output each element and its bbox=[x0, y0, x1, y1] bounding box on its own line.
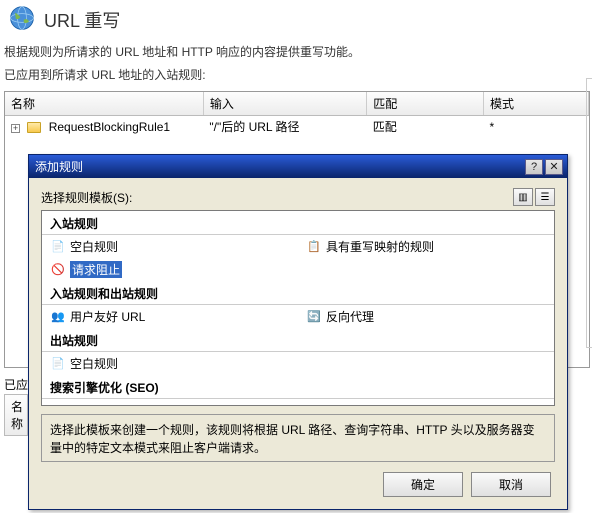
globe-icon bbox=[8, 4, 36, 35]
expand-icon[interactable]: + bbox=[11, 124, 20, 133]
table-header-row: 名称 输入 匹配 模式 bbox=[5, 92, 589, 116]
cancel-button[interactable]: 取消 bbox=[471, 472, 551, 497]
item-reverse-proxy[interactable]: 🔄 反向代理 bbox=[298, 306, 554, 327]
section-seo: 搜索引擎优化 (SEO) bbox=[42, 375, 554, 399]
section-inbound: 入站规则 bbox=[42, 211, 554, 235]
block-icon: 🚫 bbox=[50, 263, 66, 277]
item-blank-inbound[interactable]: 📄 空白规则 bbox=[42, 236, 298, 257]
folder-icon bbox=[27, 122, 41, 133]
right-pane-edge bbox=[586, 78, 592, 348]
section-outbound: 出站规则 bbox=[42, 328, 554, 352]
view-list-icon[interactable]: ▥ bbox=[513, 188, 533, 206]
page-header: URL 重写 bbox=[0, 0, 594, 39]
template-hint: 选择此模板来创建一个规则，该规则将根据 URL 路径、查询字符串、HTTP 头以… bbox=[41, 414, 555, 462]
description-line-1: 根据规则为所请求的 URL 地址和 HTTP 响应的内容提供重写功能。 bbox=[0, 39, 594, 62]
mapping-icon: 📋 bbox=[306, 240, 322, 254]
section-both: 入站规则和出站规则 bbox=[42, 281, 554, 305]
rule-input: "/"后的 URL 路径 bbox=[203, 116, 366, 138]
item-blank-outbound[interactable]: 📄 空白规则 bbox=[42, 353, 298, 374]
help-button[interactable]: ? bbox=[525, 159, 543, 175]
proxy-icon: 🔄 bbox=[306, 310, 322, 324]
behind-col-name: 名称 bbox=[4, 394, 28, 436]
col-name[interactable]: 名称 bbox=[5, 92, 203, 116]
item-request-block[interactable]: 🚫 请求阻止 bbox=[42, 259, 298, 280]
item-with-mapping[interactable]: 📋 具有重写映射的规则 bbox=[298, 236, 554, 257]
table-row[interactable]: + RequestBlockingRule1 "/"后的 URL 路径 匹配 * bbox=[5, 116, 589, 138]
template-listbox[interactable]: 入站规则 📄 空白规则 📋 具有重写映射的规则 🚫 请求阻止 入站规则和出站规则 bbox=[41, 210, 555, 406]
rule-match: 匹配 bbox=[367, 116, 484, 138]
item-user-friendly[interactable]: 👥 用户友好 URL bbox=[42, 306, 298, 327]
page-icon: 📄 bbox=[50, 240, 66, 254]
view-details-icon[interactable]: ☰ bbox=[535, 188, 555, 206]
view-mode-buttons: ▥ ☰ bbox=[513, 188, 555, 206]
col-input[interactable]: 输入 bbox=[203, 92, 366, 116]
ok-button[interactable]: 确定 bbox=[383, 472, 463, 497]
col-match[interactable]: 匹配 bbox=[367, 92, 484, 116]
friendly-icon: 👥 bbox=[50, 310, 66, 324]
select-template-label: 选择规则模板(S): bbox=[41, 189, 132, 206]
close-button[interactable]: ✕ bbox=[545, 159, 563, 175]
behind-table-header: 名称 bbox=[4, 394, 28, 436]
description-line-2: 已应用到所请求 URL 地址的入站规则: bbox=[0, 62, 594, 85]
col-mode[interactable]: 模式 bbox=[483, 92, 588, 116]
rule-name: RequestBlockingRule1 bbox=[49, 120, 170, 134]
page-title: URL 重写 bbox=[44, 7, 120, 33]
add-rule-dialog: 添加规则 ? ✕ 选择规则模板(S): ▥ ☰ 入站规则 📄 空白规则 📋 bbox=[28, 154, 568, 510]
dialog-title: 添加规则 bbox=[35, 158, 83, 175]
rule-mode: * bbox=[483, 116, 588, 138]
applied-label-behind: 已应 bbox=[4, 376, 28, 393]
dialog-titlebar[interactable]: 添加规则 ? ✕ bbox=[29, 155, 567, 178]
page-icon: 📄 bbox=[50, 357, 66, 371]
